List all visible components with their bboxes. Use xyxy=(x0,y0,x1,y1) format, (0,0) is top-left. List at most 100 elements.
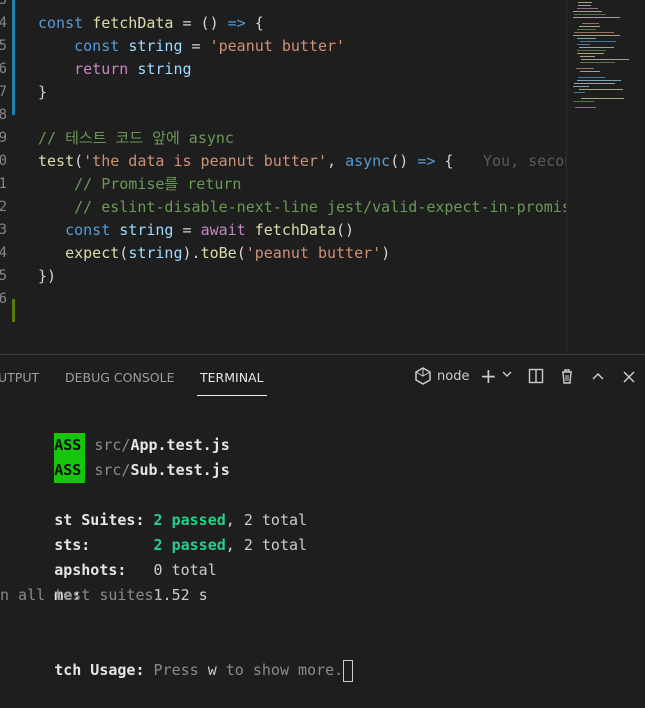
minimap-line xyxy=(577,80,621,81)
line-number: 5 xyxy=(0,268,7,284)
test-result-line: ASS src/Sub.test.js xyxy=(0,433,230,483)
code-token: ). xyxy=(182,244,201,262)
minimap-line xyxy=(574,32,614,33)
code-line[interactable]: expect(string).toBe('peanut butter') xyxy=(38,242,390,265)
code-token: const xyxy=(38,37,129,55)
minimap-line xyxy=(573,35,620,36)
minimap-line xyxy=(577,38,596,39)
code-token: const xyxy=(38,221,120,239)
code-token: ( xyxy=(236,244,246,262)
tab-output[interactable]: UTPUT xyxy=(0,370,39,385)
terminal-name[interactable]: node xyxy=(437,369,469,384)
minimap-line xyxy=(573,86,589,87)
code-token: => xyxy=(227,14,246,32)
line-number: 2 xyxy=(0,199,7,215)
code-line[interactable]: // 테스트 코드 앞에 async xyxy=(38,127,234,150)
terminal-cursor xyxy=(343,659,354,682)
line-number: 0 xyxy=(0,153,7,169)
minimap-line xyxy=(577,8,598,9)
minimap[interactable] xyxy=(566,0,645,354)
tests-summary: sts: 2 passed, 2 total xyxy=(54,536,308,554)
minimap-line xyxy=(573,11,602,12)
code-token: string xyxy=(128,244,183,262)
code-token: = xyxy=(182,37,210,55)
code-token: await xyxy=(200,221,255,239)
code-editor[interactable]: 3 4 5 6 7 8 9 0 1 2 3 4 5 6 const fetchData = () => {… xyxy=(0,0,645,354)
code-token: { xyxy=(245,14,264,32)
minimap-line xyxy=(579,47,614,48)
minimap-line xyxy=(579,26,600,27)
ran-all-text: n all test suites. xyxy=(0,586,163,604)
line-number: 1 xyxy=(0,176,7,192)
line-number: 6 xyxy=(0,61,7,77)
minimap-line xyxy=(580,56,595,57)
git-change-indicator xyxy=(12,92,15,115)
code-token: ( xyxy=(74,152,84,170)
code-token: string xyxy=(128,37,183,55)
line-number: 4 xyxy=(0,245,7,261)
code-token: = xyxy=(173,221,201,239)
chevron-up-icon[interactable] xyxy=(591,369,605,388)
code-token: => xyxy=(417,152,436,170)
code-token: 'peanut butter' xyxy=(245,244,382,262)
snapshots-summary: apshots: 0 total xyxy=(54,561,217,579)
code-token: ) xyxy=(381,244,391,262)
code-token: = () xyxy=(173,14,228,32)
minimap-line xyxy=(577,44,590,45)
line-number: 5 xyxy=(0,38,7,54)
git-change-indicator xyxy=(12,299,15,322)
code-token: // Promise를 return xyxy=(38,175,242,193)
line-number: 6 xyxy=(0,291,7,307)
code-token: ( xyxy=(119,244,129,262)
git-change-indicator xyxy=(12,0,15,92)
code-token: () xyxy=(336,221,355,239)
tab-debug-console[interactable]: DEBUG CONSOLE xyxy=(65,370,174,385)
split-icon[interactable] xyxy=(528,368,544,388)
code-token: string xyxy=(137,60,192,78)
chevron-down-icon[interactable] xyxy=(502,369,512,382)
code-token: string xyxy=(119,221,174,239)
trash-icon[interactable] xyxy=(559,368,575,388)
code-line[interactable]: } xyxy=(38,81,47,104)
code-token: 'the data is peanut butter' xyxy=(83,152,327,170)
code-line[interactable]: const string = 'peanut butter' xyxy=(38,35,345,58)
close-icon[interactable] xyxy=(622,369,636,388)
minimap-line xyxy=(575,107,596,108)
line-number: 3 xyxy=(0,0,7,8)
minimap-line xyxy=(578,77,605,78)
code-line[interactable]: const fetchData = () => { xyxy=(38,12,264,35)
code-token: { xyxy=(435,152,454,170)
code-token: return xyxy=(38,60,138,78)
code-line[interactable]: // eslint-disable-next-line jest/valid-e… xyxy=(38,196,580,219)
minimap-line xyxy=(580,62,615,63)
minimap-line xyxy=(578,5,591,6)
code-line[interactable]: // Promise를 return xyxy=(38,173,241,196)
minimap-line xyxy=(574,14,606,15)
plus-icon[interactable]: + xyxy=(480,364,497,388)
code-line[interactable]: const string = await fetchData() xyxy=(38,219,354,242)
code-token: async xyxy=(345,152,391,170)
minimap-line xyxy=(576,68,594,69)
code-token: fetchData xyxy=(92,14,174,32)
minimap-line xyxy=(579,89,623,90)
code-line[interactable]: test('the data is peanut butter', async(… xyxy=(38,150,453,173)
pass-badge: ASS xyxy=(54,458,86,483)
minimap-line xyxy=(578,2,592,3)
minimap-line xyxy=(577,50,606,51)
code-token: }) xyxy=(38,267,57,285)
code-token: test xyxy=(38,152,75,170)
code-line[interactable]: }) xyxy=(38,265,56,288)
line-number: 3 xyxy=(0,222,7,238)
watch-usage-line: tch Usage: Press w to show more. xyxy=(0,633,354,682)
tab-terminal[interactable]: TERMINAL xyxy=(200,370,264,385)
minimap-line xyxy=(581,59,629,60)
code-line[interactable]: return string xyxy=(38,58,192,81)
test-suites-summary: st Suites: 2 passed, 2 total xyxy=(54,511,308,529)
active-tab-indicator xyxy=(197,395,267,396)
code-token: // 테스트 코드 앞에 async xyxy=(38,129,234,147)
time-summary: me: 1.52 s xyxy=(54,586,208,604)
minimap-line xyxy=(573,101,594,102)
minimap-line xyxy=(581,98,624,99)
bottom-panel: UTPUT DEBUG CONSOLE TERMINAL node + ASS … xyxy=(0,354,645,708)
test-result-line: ASS src/App.test.js xyxy=(0,408,230,458)
